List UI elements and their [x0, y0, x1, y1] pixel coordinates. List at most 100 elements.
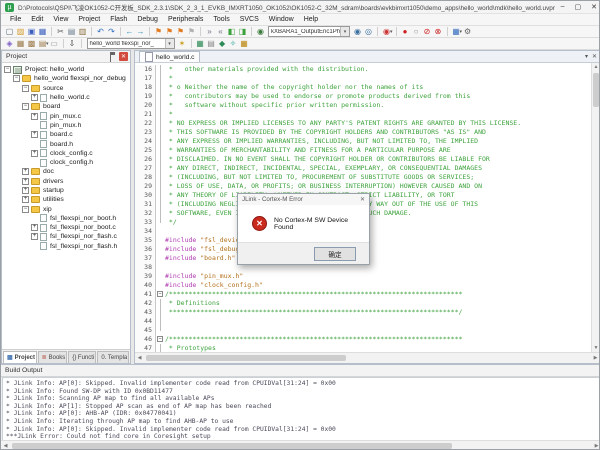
nav-back-icon[interactable]: ← [124, 27, 135, 37]
menu-window[interactable]: Window [264, 16, 299, 23]
manage-runtime-environment-icon[interactable]: ▦ [195, 39, 206, 49]
bookmark-clear-all-icon[interactable]: ⚑ [186, 27, 197, 37]
incremental-find-icon[interactable]: ◎ [363, 27, 374, 37]
undo-icon[interactable]: ↶ [95, 27, 106, 37]
tree-item-fsl-flexspi-nor-flash-c[interactable]: +fsl_flexspi_nor_flash.c [2, 232, 130, 241]
horizontal-scroll-thumb[interactable] [12, 443, 452, 449]
tree-expander-expand-icon[interactable]: + [31, 233, 38, 240]
menu-tools[interactable]: Tools [208, 16, 234, 23]
menu-edit[interactable]: Edit [26, 16, 48, 23]
disable-all-breakpoints-icon[interactable]: ⊘ [422, 27, 433, 37]
paste-icon[interactable]: ▥ [77, 27, 88, 37]
panel-tab-project[interactable]: ▦Project [3, 351, 37, 363]
chevron-down-icon[interactable]: ▾ [165, 39, 174, 48]
menu-view[interactable]: View [48, 16, 73, 23]
fold-gutter[interactable]: − [156, 335, 165, 344]
tree-expander-expand-icon[interactable]: + [22, 168, 29, 175]
tree-expander-expand-icon[interactable]: + [22, 178, 29, 185]
tree-item-board-c[interactable]: +board.c [2, 130, 130, 139]
fold-gutter[interactable]: − [156, 290, 165, 299]
menu-project[interactable]: Project [73, 16, 105, 23]
tree-item-hello-world-c[interactable]: +hello_world.c [2, 93, 130, 102]
bookmark-toggle-icon[interactable]: ⚑ [153, 27, 164, 37]
tree-expander-collapse-icon[interactable]: − [22, 85, 29, 92]
fold-collapse-icon[interactable]: − [157, 291, 163, 297]
symbol-search-combo[interactable]: kXBARA1_OutputEnc1Ph▾ [268, 26, 350, 37]
open-file-icon[interactable]: ▨ [15, 27, 26, 37]
tree-item-startup[interactable]: +startup [2, 186, 130, 195]
tree-item-fsl-flexspi-nor-flash-h[interactable]: fsl_flexspi_nor_flash.h [2, 242, 130, 251]
flash-erase-icon[interactable]: ✧ [228, 39, 239, 49]
find-in-files-icon[interactable]: ◉ [255, 27, 266, 37]
start-stop-debug-icon-dropdown[interactable]: ▾ [390, 29, 393, 35]
new-file-icon[interactable]: ▢ [4, 27, 15, 37]
tree-expander-expand-icon[interactable]: + [22, 187, 29, 194]
chevron-down-icon[interactable]: ▾ [340, 27, 349, 36]
scroll-down-icon[interactable]: ▼ [594, 344, 599, 352]
tree-item-doc[interactable]: +doc [2, 167, 130, 176]
tree-item-pin-mux-c[interactable]: +pin_mux.c [2, 111, 130, 120]
bookmark-prev-icon[interactable]: ⚑ [164, 27, 175, 37]
minimize-button[interactable]: – [561, 3, 565, 11]
tree-item-clock-config-h[interactable]: clock_config.h [2, 158, 130, 167]
scroll-up-icon[interactable]: ▲ [594, 63, 599, 71]
menu-help[interactable]: Help [299, 16, 323, 23]
cut-icon[interactable]: ✂ [55, 27, 66, 37]
scroll-left-icon[interactable]: ◀ [1, 443, 10, 449]
download-icon[interactable]: ⇩ [67, 39, 78, 49]
unindent-icon[interactable]: « [215, 27, 226, 37]
close-document-icon[interactable]: ✕ [592, 53, 597, 60]
close-button[interactable]: ✕ [591, 3, 597, 11]
tree-expander-expand-icon[interactable]: + [22, 196, 29, 203]
tree-expander-expand-icon[interactable]: + [31, 224, 38, 231]
tree-item-hello-world-flexspi-nor-debug[interactable]: −hello_world flexspi_nor_debug [2, 74, 130, 83]
tree-item-xip[interactable]: −xip [2, 204, 130, 213]
panel-tab-books[interactable]: ≣Books [38, 351, 68, 363]
save-all-icon[interactable]: ▦ [37, 27, 48, 37]
tree-item-pin-mux-h[interactable]: pin_mux.h [2, 121, 130, 130]
tree-item-utilities[interactable]: +utilities [2, 195, 130, 204]
document-list-dropdown-icon[interactable]: ▾ [585, 53, 588, 60]
tree-expander-expand-icon[interactable]: + [31, 150, 38, 157]
vertical-scroll-thumb[interactable] [593, 73, 599, 107]
tree-expander-collapse-icon[interactable]: − [22, 206, 29, 213]
menu-flash[interactable]: Flash [105, 16, 132, 23]
tree-item-board-h[interactable]: board.h [2, 139, 130, 148]
redo-icon[interactable]: ↷ [106, 27, 117, 37]
build-icon[interactable]: ▦ [15, 39, 26, 49]
menu-svcs[interactable]: SVCS [235, 16, 264, 23]
tree-expander-collapse-icon[interactable]: − [13, 75, 20, 82]
project-panel-close-icon[interactable]: ✕ [119, 52, 128, 61]
editor-tab-hello-world-c[interactable]: hello_world.c [139, 51, 200, 62]
translate-file-icon[interactable]: ◈ [4, 39, 15, 49]
save-icon[interactable]: ▣ [26, 27, 37, 37]
tree-item-board[interactable]: −board [2, 102, 130, 111]
editor-horizontal-scrollbar[interactable]: ◀ ▶ [135, 352, 600, 363]
nav-forward-icon[interactable]: → [135, 27, 146, 37]
scroll-left-icon[interactable]: ◀ [135, 355, 144, 361]
tree-expander-expand-icon[interactable]: + [31, 94, 38, 101]
dialog-close-icon[interactable]: ✕ [360, 196, 365, 203]
flash-download-icon[interactable]: ◆ [217, 39, 228, 49]
uncomment-icon[interactable]: ◨ [237, 27, 248, 37]
indent-icon[interactable]: » [204, 27, 215, 37]
tree-item-fsl-flexspi-nor-boot-h[interactable]: fsl_flexspi_nor_boot.h [2, 214, 130, 223]
insert-breakpoint-icon[interactable]: ● [400, 27, 411, 37]
build-output-horizontal-scrollbar[interactable]: ◀ ▶ [1, 440, 600, 450]
find-icon[interactable]: ◉ [352, 27, 363, 37]
enable-disable-breakpoint-icon[interactable]: ○ [411, 27, 422, 37]
pin-icon[interactable] [110, 52, 115, 62]
pack-installer-icon[interactable]: ▦ [239, 39, 250, 49]
bookmark-next-icon[interactable]: ⚑ [175, 27, 186, 37]
tree-expander-collapse-icon[interactable]: − [22, 103, 29, 110]
rebuild-all-icon[interactable]: ▩ [26, 39, 37, 49]
tree-expander-expand-icon[interactable]: + [31, 113, 38, 120]
stop-build-icon[interactable]: ▭ [49, 39, 60, 49]
fold-collapse-icon[interactable]: − [157, 336, 163, 342]
tree-item-source[interactable]: −source [2, 84, 130, 93]
scroll-right-icon[interactable]: ▶ [592, 443, 600, 449]
ok-button[interactable]: 确定 [314, 247, 356, 261]
menu-file[interactable]: File [5, 16, 26, 23]
copy-icon[interactable]: ▤ [66, 27, 77, 37]
editor-vertical-scrollbar[interactable]: ▲ ▼ [591, 63, 600, 352]
